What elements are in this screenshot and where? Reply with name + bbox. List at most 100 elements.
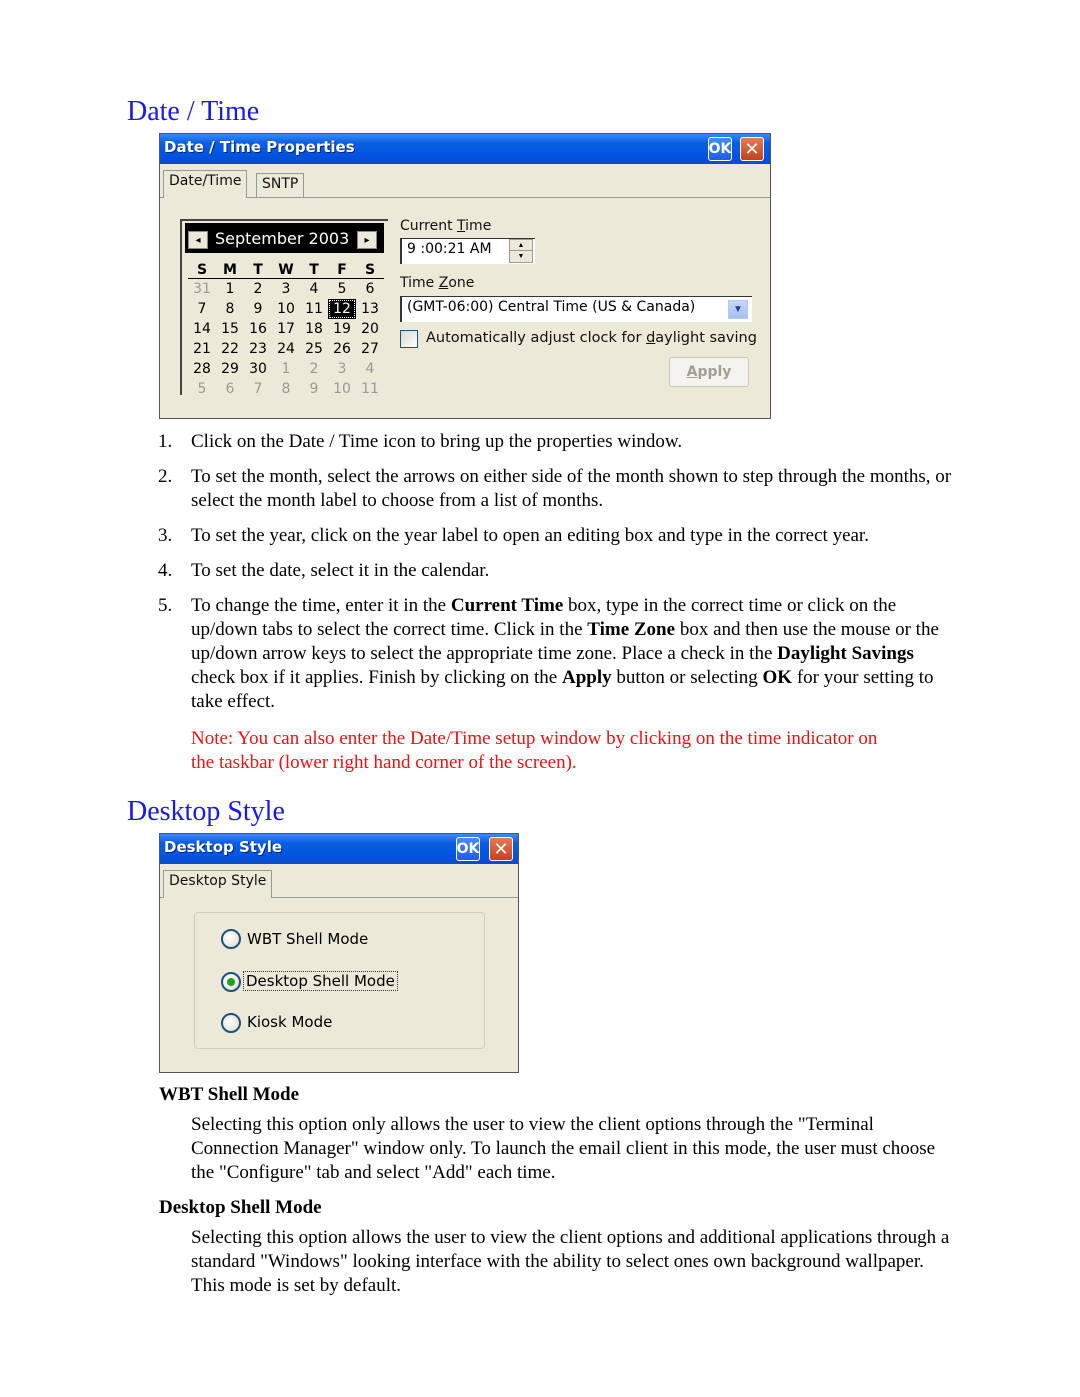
calendar-day[interactable]: 2 (244, 279, 272, 299)
tab-sntp[interactable]: SNTP (256, 173, 305, 197)
weekday-header: S (356, 261, 384, 279)
calendar-day[interactable]: 25 (300, 339, 328, 359)
calendar-day[interactable]: 27 (356, 339, 384, 359)
weekday-header: S (188, 261, 216, 279)
calendar-day[interactable]: 4 (300, 279, 328, 299)
calendar-day[interactable]: 1 (216, 279, 244, 299)
ok-button[interactable]: OK (708, 137, 732, 161)
calendar: ◂ September 2003 ▸ S M T W T F S 31 1 2 3 4 5 6 7 8 9 10 1… (180, 219, 388, 397)
selected-dot (227, 978, 235, 986)
calendar-day[interactable]: 15 (216, 319, 244, 339)
bold-term: Daylight Savings (777, 643, 914, 664)
option-label-wbt: WBT Shell Mode (247, 930, 369, 948)
tab-datetime[interactable]: Date/Time (163, 170, 248, 198)
calendar-day[interactable]: 11 (300, 299, 328, 319)
step-number: 4. (158, 560, 173, 581)
label-text: Current (400, 218, 458, 234)
calendar-day[interactable]: 5 (188, 379, 216, 399)
calendar-day[interactable]: 8 (272, 379, 300, 399)
datetime-properties-window: Date / Time Properties OK ✕ Date/Time SN… (159, 133, 771, 419)
title-bar: Date / Time Properties OK ✕ (160, 134, 770, 164)
calendar-day[interactable]: 29 (216, 359, 244, 379)
step-number: 3. (158, 525, 173, 546)
calendar-day[interactable]: 9 (300, 379, 328, 399)
weekday-header: T (244, 261, 272, 279)
calendar-day[interactable]: 20 (356, 319, 384, 339)
tab-divider (160, 197, 770, 198)
calendar-day[interactable]: 18 (300, 319, 328, 339)
close-icon: ✕ (493, 838, 509, 860)
window-title: Desktop Style (164, 838, 283, 856)
close-icon: ✕ (744, 138, 760, 160)
time-spinner[interactable]: ▲ ▼ (509, 239, 533, 263)
title-bar: Desktop Style OK ✕ (160, 834, 518, 864)
bold-term: OK (762, 667, 793, 688)
note-text: Note: You can also enter the Date/Time s… (191, 728, 878, 773)
step-text: Click on the Date / Time icon to bring u… (191, 431, 683, 452)
calendar-day[interactable]: 11 (356, 379, 384, 399)
label-text: aylight saving (655, 330, 757, 346)
calendar-day[interactable]: 6 (216, 379, 244, 399)
calendar-header: ◂ September 2003 ▸ (185, 223, 384, 253)
calendar-day[interactable]: 16 (244, 319, 272, 339)
options-group: WBT Shell Mode Desktop Shell Mode Kiosk … (194, 912, 485, 1049)
calendar-day[interactable]: 7 (188, 299, 216, 319)
calendar-day[interactable]: 24 (272, 339, 300, 359)
step-text-part: To change the time, enter it in the (191, 595, 451, 616)
radio-wbt-shell[interactable] (221, 929, 241, 949)
calendar-day[interactable]: 9 (244, 299, 272, 319)
calendar-day[interactable]: 13 (356, 299, 384, 319)
chevron-down-icon[interactable]: ▼ (728, 300, 748, 319)
daylight-checkbox[interactable] (400, 330, 418, 348)
radio-kiosk[interactable] (221, 1013, 241, 1033)
label-text: Automatically adjust clock for (426, 330, 647, 346)
step-text: To set the date, select it in the calend… (191, 560, 490, 581)
weekday-header: F (328, 261, 356, 279)
calendar-day[interactable]: 4 (356, 359, 384, 379)
ok-button[interactable]: OK (456, 837, 480, 861)
calendar-day[interactable]: 30 (244, 359, 272, 379)
arrow-right-icon: ▸ (364, 234, 370, 246)
calendar-day[interactable]: 1 (272, 359, 300, 379)
calendar-day[interactable]: 28 (188, 359, 216, 379)
calendar-day[interactable]: 14 (188, 319, 216, 339)
label-accel: A (686, 364, 698, 380)
calendar-day[interactable]: 6 (356, 279, 384, 299)
label-text: Time (400, 275, 439, 291)
calendar-day[interactable]: 7 (244, 379, 272, 399)
month-year-label[interactable]: September 2003 (215, 229, 349, 248)
close-button[interactable]: ✕ (489, 837, 513, 861)
calendar-day[interactable]: 23 (244, 339, 272, 359)
close-button[interactable]: ✕ (740, 137, 764, 161)
calendar-day[interactable]: 5 (328, 279, 356, 299)
radio-desktop-shell[interactable] (221, 972, 241, 992)
calendar-day[interactable]: 17 (272, 319, 300, 339)
calendar-day-selected[interactable]: 12 (328, 299, 356, 319)
calendar-day[interactable]: 2 (300, 359, 328, 379)
prev-month-button[interactable]: ◂ (188, 231, 208, 249)
time-zone-select[interactable]: (GMT-06:00) Central Time (US & Canada) (400, 296, 752, 322)
spin-down-icon[interactable]: ▼ (510, 251, 532, 262)
step-number: 5. (158, 595, 173, 616)
spin-up-icon[interactable]: ▲ (510, 240, 532, 251)
bold-term: Current Time (450, 595, 564, 616)
calendar-day[interactable]: 19 (328, 319, 356, 339)
calendar-day[interactable]: 31 (188, 279, 216, 299)
next-month-button[interactable]: ▸ (357, 231, 377, 249)
tab-desktop-style[interactable]: Desktop Style (163, 870, 273, 898)
label-accel: Z (438, 275, 449, 291)
calendar-day[interactable]: 8 (216, 299, 244, 319)
weekday-header: W (272, 261, 300, 279)
apply-button[interactable]: Apply (669, 357, 749, 387)
step-text: To set the year, click on the year label… (191, 525, 869, 546)
label-accel: d (646, 330, 656, 346)
calendar-day[interactable]: 10 (328, 379, 356, 399)
calendar-day[interactable]: 21 (188, 339, 216, 359)
calendar-grid: S M T W T F S 31 1 2 3 4 5 6 7 8 9 10 11 12 13 14 15 16 17 18 19 20… (188, 261, 384, 399)
calendar-day[interactable]: 3 (272, 279, 300, 299)
arrow-left-icon: ◂ (195, 234, 201, 246)
calendar-day[interactable]: 10 (272, 299, 300, 319)
calendar-day[interactable]: 26 (328, 339, 356, 359)
calendar-day[interactable]: 3 (328, 359, 356, 379)
calendar-day[interactable]: 22 (216, 339, 244, 359)
